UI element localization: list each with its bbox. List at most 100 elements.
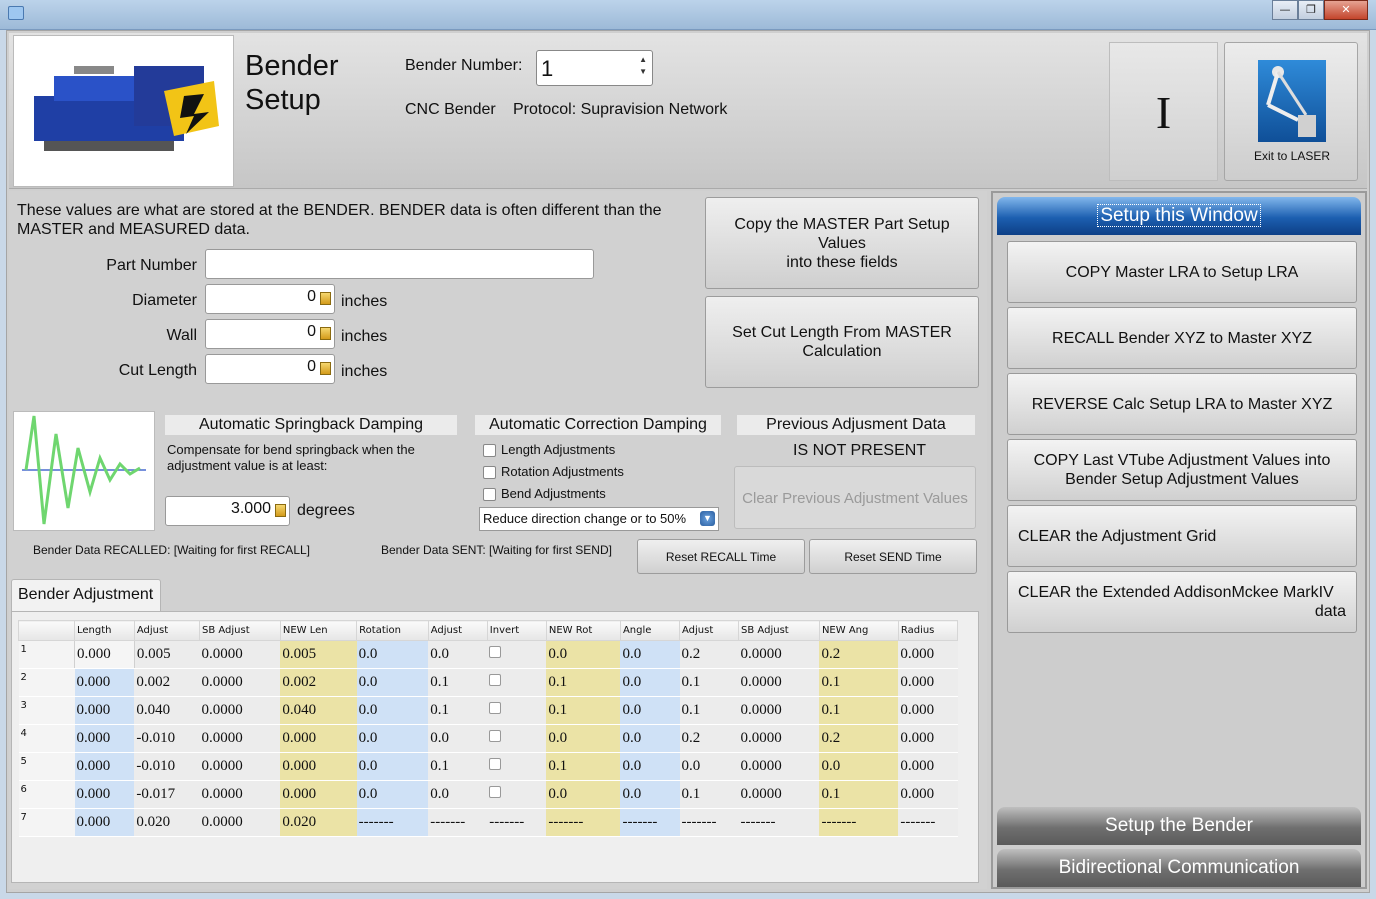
cell-new-rot[interactable]: 0.0 xyxy=(546,640,621,669)
adjustment-grid[interactable]: Length Adjust SB Adjust NEW Len Rotation… xyxy=(18,620,959,837)
col-length[interactable]: Length xyxy=(74,620,135,641)
wall-field[interactable]: 0 xyxy=(205,319,335,349)
rotation-adjustments-checkbox[interactable] xyxy=(483,466,496,479)
cell-adjust[interactable]: 0.005 xyxy=(134,640,200,669)
cell-sb-adjust[interactable]: 0.0000 xyxy=(199,668,281,697)
cell-invert[interactable]: ------- xyxy=(487,808,547,837)
bender-number-spinner[interactable]: 1 ▲ ▼ xyxy=(536,50,653,86)
cell-radius[interactable]: ------- xyxy=(898,808,958,837)
cell-ang-sb-adjust[interactable]: ------- xyxy=(738,808,820,837)
cell-ang-sb-adjust[interactable]: 0.0000 xyxy=(738,696,820,725)
cell-radius[interactable]: 0.000 xyxy=(898,640,958,669)
set-cut-length-button[interactable]: Set Cut Length From MASTER Calculation xyxy=(705,296,979,388)
calculator-icon[interactable] xyxy=(320,362,331,375)
cell-new-len[interactable]: 0.020 xyxy=(280,808,357,837)
cell-invert[interactable] xyxy=(487,780,547,809)
close-button[interactable]: ✕ xyxy=(1324,0,1368,20)
cell-ang-adjust[interactable]: 0.0 xyxy=(679,752,739,781)
cell-length[interactable]: 0.000 xyxy=(74,780,135,809)
col-invert[interactable]: Invert xyxy=(486,620,547,641)
cell-ang-sb-adjust[interactable]: 0.0000 xyxy=(738,780,820,809)
cut-length-field[interactable]: 0 xyxy=(205,354,335,384)
invert-checkbox[interactable] xyxy=(489,702,502,714)
cell-adjust[interactable]: 0.040 xyxy=(134,696,200,725)
springback-threshold-field[interactable]: 3.000 xyxy=(165,496,290,526)
cell-new-len[interactable]: 0.000 xyxy=(280,724,357,753)
table-row[interactable]: 4 0.000 -0.010 0.0000 0.000 0.0 0.0 0.0 0.0 0.2 0.… xyxy=(18,724,958,753)
copy-vtube-adjustments-button[interactable]: COPY Last VTube Adjustment Values into B… xyxy=(1007,439,1357,501)
cell-angle[interactable]: 0.0 xyxy=(620,724,680,753)
setup-the-bender-header[interactable]: Setup the Bender xyxy=(997,807,1361,845)
cell-sb-adjust[interactable]: 0.0000 xyxy=(199,780,281,809)
clear-previous-button[interactable]: Clear Previous Adjustment Values xyxy=(734,466,976,529)
table-row[interactable]: 1 0.000 0.005 0.0000 0.005 0.0 0.0 0.0 0.0 0.2 0.0… xyxy=(18,640,958,669)
length-adjustments-checkbox[interactable] xyxy=(483,444,496,457)
cell-ang-sb-adjust[interactable]: 0.0000 xyxy=(738,668,820,697)
cell-ang-adjust[interactable]: 0.2 xyxy=(679,640,739,669)
bend-adjustments-checkbox[interactable] xyxy=(483,488,496,501)
cell-invert[interactable] xyxy=(487,640,547,669)
col-rot-adjust[interactable]: Adjust xyxy=(427,620,488,641)
col-angle[interactable]: Angle xyxy=(619,620,681,641)
col-new-ang[interactable]: NEW Ang xyxy=(818,620,899,641)
damping-mode-select[interactable]: Reduce direction change or to 50% ▼ xyxy=(479,507,719,531)
cell-rotation[interactable]: 0.0 xyxy=(356,724,429,753)
cell-rotation[interactable]: 0.0 xyxy=(356,640,429,669)
cell-new-len[interactable]: 0.000 xyxy=(280,780,357,809)
col-new-rot[interactable]: NEW Rot xyxy=(545,620,621,641)
cell-rotation[interactable]: ------- xyxy=(356,808,429,837)
table-row[interactable]: 7 0.000 0.020 0.0000 0.020 ------- ------- ----… xyxy=(18,808,958,837)
invert-checkbox[interactable] xyxy=(489,786,502,798)
setup-this-window-header[interactable]: Setup this Window xyxy=(997,197,1361,235)
cell-new-rot[interactable]: 0.0 xyxy=(546,724,621,753)
cell-sb-adjust[interactable]: 0.0000 xyxy=(199,752,281,781)
spinner-arrows-icon[interactable]: ▲ ▼ xyxy=(639,54,647,78)
cell-adjust[interactable]: 0.020 xyxy=(134,808,200,837)
cell-rotation[interactable]: 0.0 xyxy=(356,696,429,725)
calculator-icon[interactable] xyxy=(275,504,286,517)
col-radius[interactable]: Radius xyxy=(897,620,959,641)
cell-sb-adjust[interactable]: 0.0000 xyxy=(199,724,281,753)
cell-rot-adjust[interactable]: 0.0 xyxy=(428,724,488,753)
cell-ang-sb-adjust[interactable]: 0.0000 xyxy=(738,640,820,669)
table-row[interactable]: 3 0.000 0.040 0.0000 0.040 0.0 0.1 0.1 0.0 0.1 0.0… xyxy=(18,696,958,725)
invert-checkbox[interactable] xyxy=(489,646,502,658)
col-sb-adjust[interactable]: SB Adjust xyxy=(198,620,281,641)
invert-checkbox[interactable] xyxy=(489,674,502,686)
cell-angle[interactable]: 0.0 xyxy=(620,640,680,669)
cell-length[interactable]: 0.000 xyxy=(74,696,135,725)
reset-send-button[interactable]: Reset SEND Time xyxy=(809,539,977,574)
cell-sb-adjust[interactable]: 0.0000 xyxy=(199,696,281,725)
reverse-calc-button[interactable]: REVERSE Calc Setup LRA to Master XYZ xyxy=(1007,373,1357,435)
col-ang-sb-adjust[interactable]: SB Adjust xyxy=(738,620,820,641)
cell-rot-adjust[interactable]: 0.1 xyxy=(428,752,488,781)
cell-rot-adjust[interactable]: 0.0 xyxy=(428,780,488,809)
cell-invert[interactable] xyxy=(487,696,547,725)
calculator-icon[interactable] xyxy=(320,292,331,305)
cell-length[interactable]: 0.000 xyxy=(74,752,135,781)
part-number-field[interactable] xyxy=(205,249,594,279)
cell-new-ang[interactable]: 0.1 xyxy=(819,780,899,809)
bidirectional-communication-header[interactable]: Bidirectional Communication xyxy=(997,849,1361,887)
minimize-button[interactable]: — xyxy=(1272,0,1298,20)
cell-adjust[interactable]: -0.010 xyxy=(134,752,200,781)
cell-new-len[interactable]: 0.000 xyxy=(280,752,357,781)
cell-ang-sb-adjust[interactable]: 0.0000 xyxy=(738,724,820,753)
cell-new-ang[interactable]: 0.2 xyxy=(819,640,899,669)
cell-new-ang[interactable]: 0.1 xyxy=(819,668,899,697)
invert-checkbox[interactable] xyxy=(489,730,502,742)
cell-angle[interactable]: ------- xyxy=(620,808,680,837)
cell-invert[interactable] xyxy=(487,668,547,697)
cell-new-rot[interactable]: 0.0 xyxy=(546,780,621,809)
cell-angle[interactable]: 0.0 xyxy=(620,780,680,809)
cell-invert[interactable] xyxy=(487,752,547,781)
cell-new-rot[interactable]: 0.1 xyxy=(546,752,621,781)
cell-new-len[interactable]: 0.005 xyxy=(280,640,357,669)
cell-new-rot[interactable]: 0.1 xyxy=(546,696,621,725)
cell-ang-adjust[interactable]: 0.2 xyxy=(679,724,739,753)
cell-radius[interactable]: 0.000 xyxy=(898,780,958,809)
clear-extended-data-button[interactable]: CLEAR the Extended AddisonMckee MarkIV d… xyxy=(1007,571,1357,633)
cell-radius[interactable]: 0.000 xyxy=(898,668,958,697)
cell-new-ang[interactable]: 0.0 xyxy=(819,752,899,781)
cell-new-ang[interactable]: 0.1 xyxy=(819,696,899,725)
